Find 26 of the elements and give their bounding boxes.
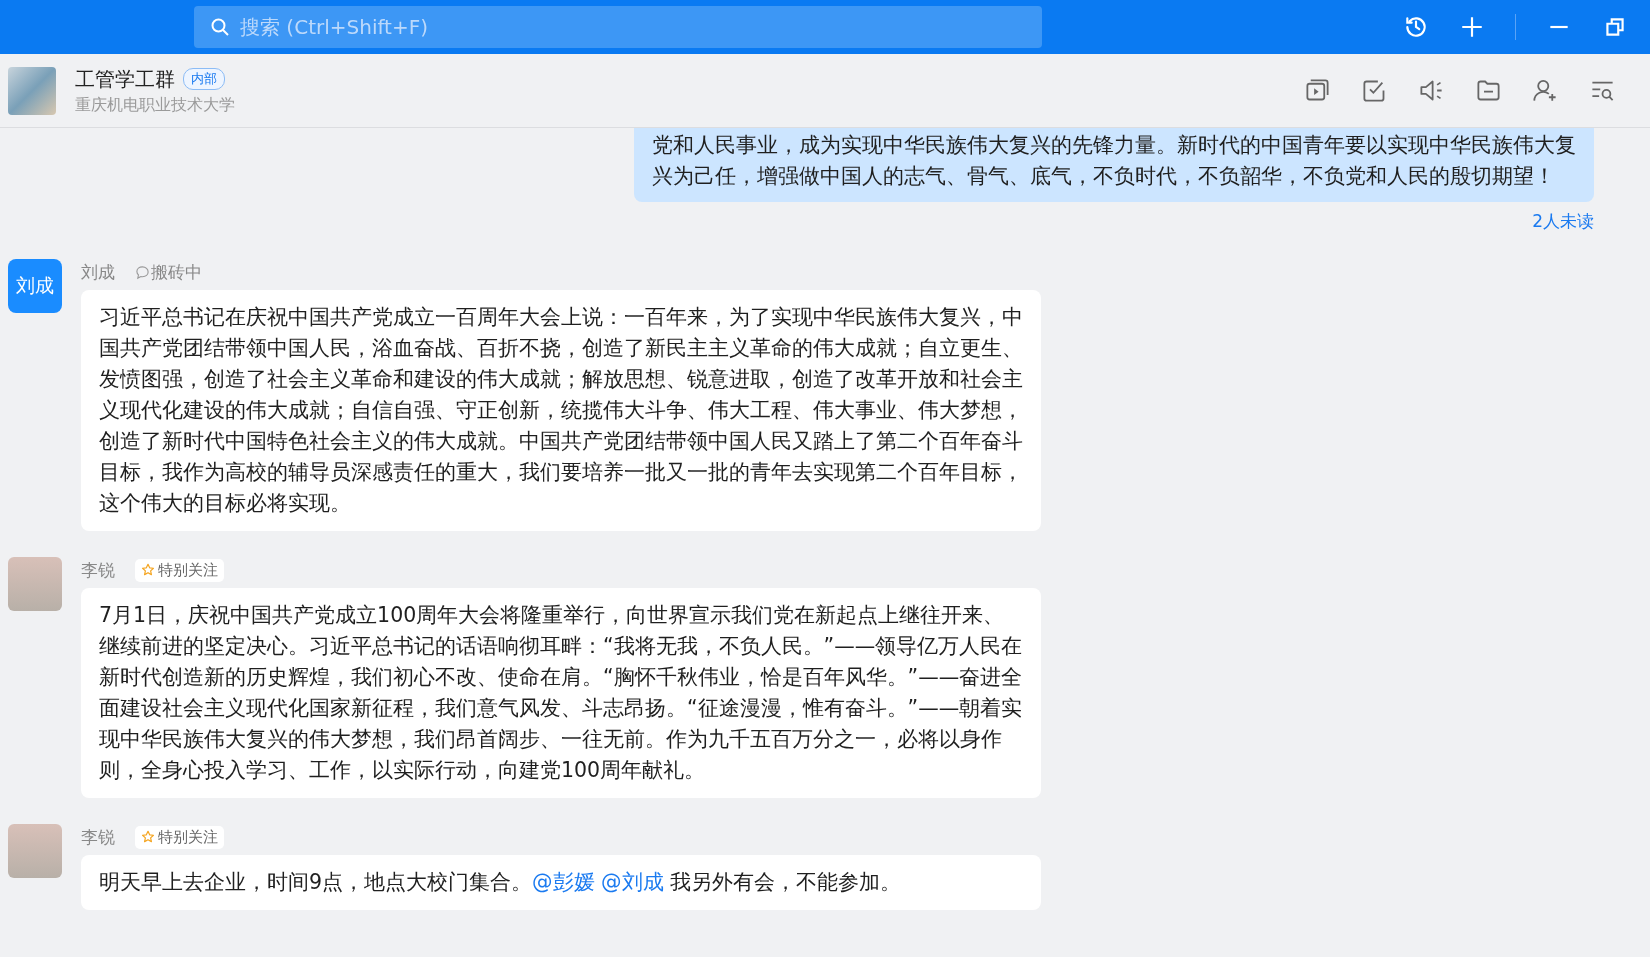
- search-icon: [210, 17, 230, 37]
- history-icon[interactable]: [1403, 14, 1429, 40]
- status-text: 搬砖中: [151, 260, 202, 284]
- internal-tag: 内部: [183, 68, 225, 90]
- mention-link[interactable]: @彭媛: [532, 870, 595, 894]
- message-text: 党和人民事业，成为实现中华民族伟大复兴的先锋力量。新时代的中国青年要以实现中华民族伟大复兴为己任，增强做中国人的志气、骨气、底气，不负时代，不负韶华，不负党和人民的殷切期望！: [652, 132, 1576, 190]
- read-status-link[interactable]: 2人未读: [1532, 210, 1594, 233]
- sender-name: 刘成: [81, 260, 115, 284]
- special-follow-badge: 特别关注: [135, 825, 224, 849]
- star-icon: [141, 830, 155, 844]
- star-icon: [141, 563, 155, 577]
- chat-title: 工管学工群: [75, 65, 175, 93]
- search-field[interactable]: 搜索 (Ctrl+Shift+F): [194, 6, 1042, 48]
- add-person-icon[interactable]: [1532, 77, 1559, 104]
- group-avatar: [8, 66, 56, 115]
- mention-link[interactable]: @刘成: [601, 870, 664, 894]
- special-follow-badge: 特别关注: [135, 558, 224, 582]
- message-text: 明天早上去企业，时间9点，地点大校门集合。@彭媛 @刘成 我另外有会，不能参加。: [99, 869, 903, 896]
- user-avatar[interactable]: 刘成: [8, 259, 62, 313]
- message-text: 习近平总书记在庆祝中国共产党成立一百周年大会上说：一百年来，为了实现中华民族伟大复兴，中国共产党团结带领中国人民，浴血奋战、百折不挠，创造了新民主主义革命的伟大成就；自立更生、发愤图强，创造了社会主义革命和建设的伟大成就；解放思想、锐意进取，创造了改革开放和社会主义现代化建设的伟大成就；自信自强、守正创新，统揽伟大斗争、伟大工程、伟大事业、伟大梦想，创造了新时代中国特色社会主义的伟大成就。中国共产党团结带领中国人民又踏上了第二个百年奋斗目标，我作为高校的辅导员深感责任的重大，我们要培养一批又一批的青年去实现第二个百年目标，这个伟大的目标必将实现。: [99, 304, 1023, 517]
- message-text: 7月1日，庆祝中国共产党成立100周年大会将隆重举行，向世界宣示我们党在新起点上继往开来、继续前进的坚定决心。习近平总书记的话语响彻耳畔：“我将无我，不负人民。”——领导亿万人民在新时代创造新的历史辉煌，我们初心不改、使命在肩。“胸怀千秋伟业，恰是百年风华。”——奋进全面建设社会主义现代化国家新征程，我们意气风发、斗志昂扬。“征途漫漫，惟有奋斗。”——朝着实现中华民族伟大复兴的伟大梦想，我们昂首阔步、一往无前。作为九千五百万分之一，必将以身作则，全身心投入学习、工作，以实际行动，向建党100周年献礼。: [99, 602, 1023, 784]
- chat-subtitle: 重庆机电职业技术大学: [75, 94, 235, 116]
- sender-name: 李锐: [81, 558, 115, 582]
- sender-name: 李锐: [81, 825, 115, 849]
- plus-icon[interactable]: [1459, 14, 1485, 40]
- chat-bubble-icon: [135, 264, 150, 280]
